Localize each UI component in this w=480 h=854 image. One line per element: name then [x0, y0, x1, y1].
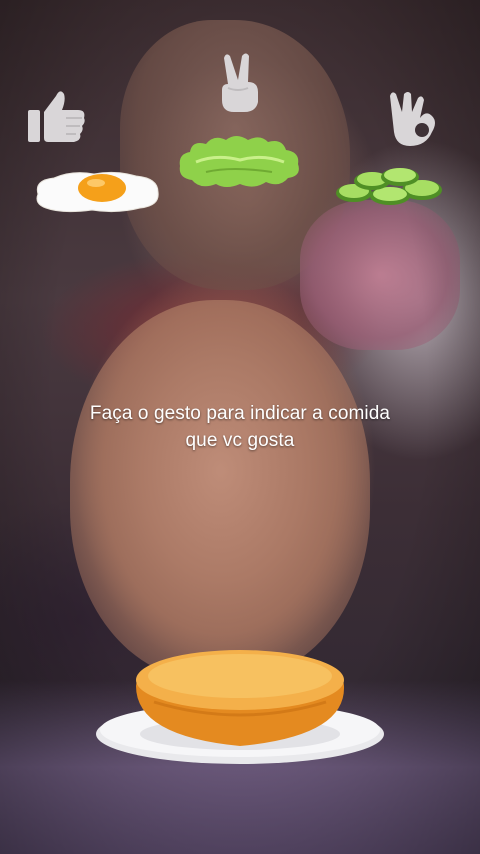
instruction-text: Faça o gesto para indicar a comida que v… — [0, 400, 480, 454]
thumbs-up-icon — [26, 88, 88, 144]
instruction-line-2: que vc gosta — [185, 430, 295, 451]
burger-bun-plate-icon — [94, 642, 386, 773]
peace-sign-icon — [218, 52, 262, 114]
ok-sign-icon — [386, 88, 440, 148]
fried-egg-icon — [32, 168, 162, 219]
cucumber-slices-icon — [334, 166, 446, 213]
lettuce-icon — [176, 132, 304, 195]
instruction-line-1: Faça o gesto para indicar a comida — [89, 403, 391, 424]
